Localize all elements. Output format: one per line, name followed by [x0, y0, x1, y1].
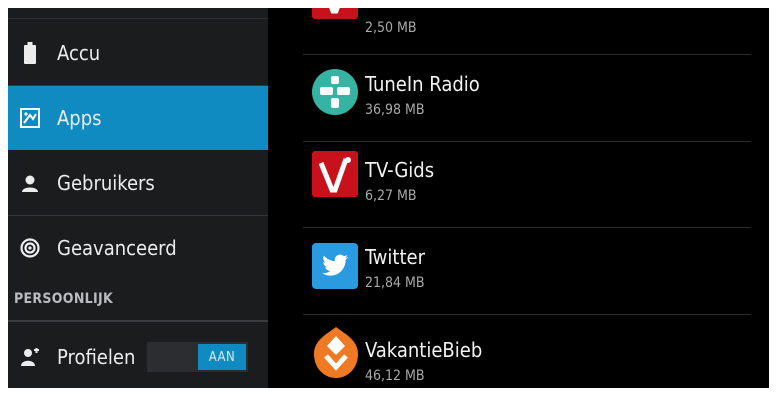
sidebar-item-apps[interactable]: Apps	[8, 86, 268, 150]
app-size: 6,27 MB	[365, 188, 417, 204]
section-header-persoonlijk: PERSOONLIJK	[14, 291, 114, 307]
app-name: TuneIn Radio	[365, 72, 480, 96]
settings-screen: Accu Apps Gebruikers Geavanceerd PERSOON…	[8, 8, 769, 388]
user-icon	[19, 172, 41, 194]
app-size: 36,98 MB	[365, 102, 425, 118]
sidebar-item-label: Apps	[57, 106, 102, 130]
battery-icon	[19, 42, 41, 64]
list-item-app[interactable]: TuneIn Radio 36,98 MB	[268, 55, 769, 141]
list-item-app[interactable]: TV-Gids 6,27 MB	[268, 142, 769, 228]
sidebar-item-label: Geavanceerd	[57, 236, 177, 260]
vakantiebieb-icon	[312, 326, 358, 378]
sidebar-item-label: Gebruikers	[57, 171, 155, 195]
list-item-app[interactable]: VakantieBieb 46,12 MB	[268, 315, 769, 388]
tv-gids-icon	[312, 151, 358, 197]
profiles-icon	[19, 346, 41, 368]
tunein-radio-icon	[312, 69, 358, 115]
twitter-icon	[312, 243, 358, 289]
sidebar-item-accu[interactable]: Accu	[8, 21, 268, 85]
target-icon	[19, 237, 41, 259]
app-name: TV-Gids	[365, 158, 435, 182]
app-name: VakantieBieb	[365, 338, 483, 362]
app-name: Twitter	[365, 245, 425, 269]
sidebar-item-geavanceerd[interactable]: Geavanceerd	[8, 216, 268, 280]
list-item-app[interactable]: Twitter 21,84 MB	[268, 228, 769, 314]
sidebar-item-label: Profielen	[57, 345, 136, 369]
app-size: 2,50 MB	[365, 20, 417, 36]
app-size: 46,12 MB	[365, 368, 425, 384]
apps-icon	[19, 107, 41, 129]
divider	[8, 18, 268, 19]
app-list: 2,50 MB TuneIn Radio 36,98 MB TV-Gids 6,…	[268, 8, 769, 388]
list-item-app[interactable]: 2,50 MB	[268, 8, 769, 44]
app-size: 21,84 MB	[365, 275, 425, 291]
sidebar-item-label: Accu	[57, 41, 101, 65]
section-divider	[8, 320, 268, 322]
sidebar-item-gebruikers[interactable]: Gebruikers	[8, 151, 268, 215]
toggle-on-label: AAN	[198, 344, 246, 370]
profielen-toggle[interactable]: AAN	[147, 342, 248, 372]
settings-sidebar: Accu Apps Gebruikers Geavanceerd PERSOON…	[8, 8, 268, 388]
tv-gids-icon	[312, 8, 358, 19]
